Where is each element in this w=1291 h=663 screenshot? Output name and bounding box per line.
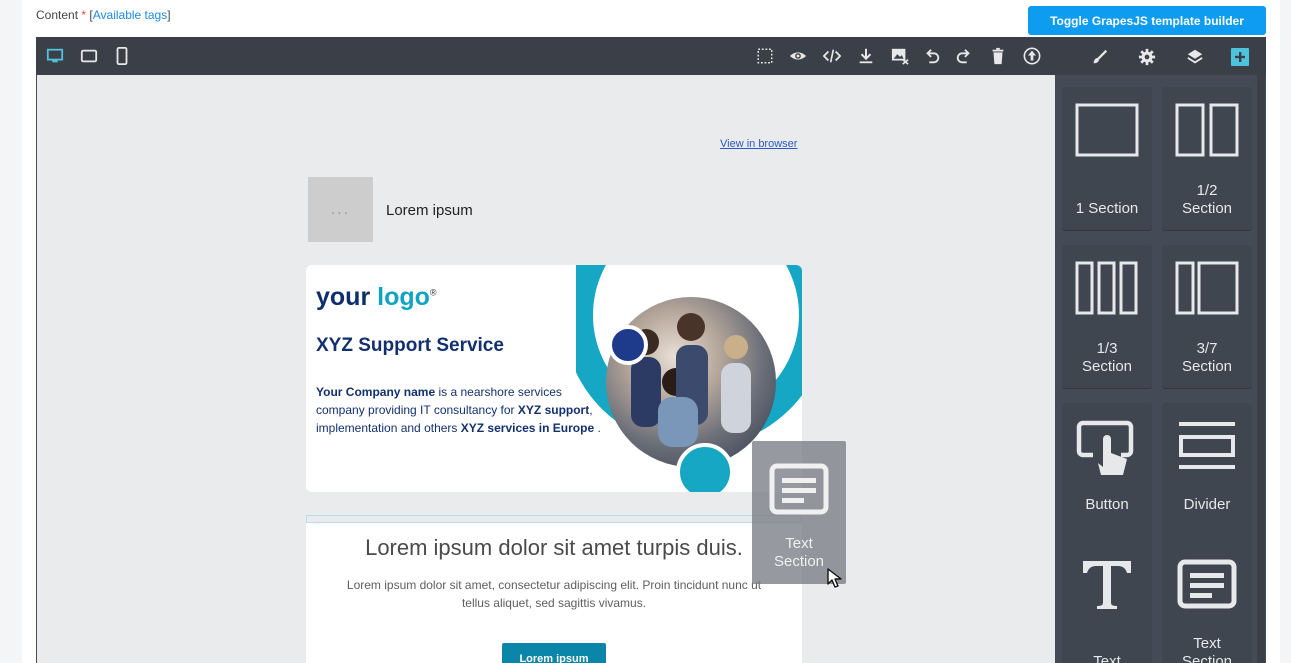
one-section-icon [1062, 103, 1152, 157]
mobile-icon[interactable] [112, 46, 132, 66]
block-label-line: Text [1093, 653, 1121, 663]
layers-icon[interactable] [1184, 46, 1206, 68]
toggle-template-builder-button[interactable]: Toggle GrapesJS template builder [1028, 6, 1266, 35]
hero-section[interactable]: your logo® XYZ Support Service Your Comp… [306, 265, 802, 492]
add-block-icon[interactable] [1229, 46, 1251, 68]
body-title[interactable]: Lorem ipsum dolor sit amet turpis duis. [306, 535, 802, 561]
content-field-label: Content * [Available tags] [36, 8, 171, 22]
block-text[interactable]: Text [1062, 541, 1152, 663]
company-name: Your Company name [316, 385, 436, 399]
tags-bracket-close: ] [167, 8, 171, 22]
hero-description[interactable]: Your Company name is a nearshore service… [316, 383, 604, 437]
download-icon[interactable] [856, 46, 876, 66]
dragged-label-line2: Section [773, 553, 825, 570]
block-label: 1/2 Section [1162, 182, 1252, 218]
divider-block-icon [1162, 419, 1252, 473]
block-label-line: Button [1085, 496, 1129, 513]
body-paragraph[interactable]: Lorem ipsum dolor sit amet, consectetur … [334, 576, 774, 612]
half-section-icon [1162, 103, 1252, 157]
mouse-cursor-icon [827, 568, 849, 595]
block-label: Button [1062, 496, 1152, 514]
button-block-icon [1062, 419, 1152, 479]
brush-icon[interactable] [1089, 46, 1111, 68]
eye-icon[interactable] [788, 46, 808, 66]
code-icon[interactable] [822, 46, 842, 66]
select-outline-icon[interactable] [755, 46, 775, 66]
xyz-support: XYZ support [517, 403, 590, 417]
block-third-section[interactable]: 1/3 Section [1062, 245, 1152, 388]
block-label-line: 1/3 [1096, 340, 1118, 357]
grapesjs-editor: View in browser ... Lorem ipsum your log… [36, 37, 1266, 663]
block-text-section[interactable]: Text Section [1162, 541, 1252, 663]
block-label-line: Text [1193, 635, 1221, 652]
xyz-services: XYZ services in Europe [460, 421, 595, 435]
content-label-text: Content [36, 8, 79, 22]
logo-registered-mark: ® [429, 287, 437, 298]
dragged-text-section-block[interactable]: Text Section [752, 441, 846, 584]
brand-logo: your logo® [316, 283, 437, 312]
upload-icon[interactable] [1022, 46, 1042, 66]
teal-dot [676, 443, 734, 492]
dragged-block-label: Text Section [752, 535, 846, 571]
logo-word-your: your [316, 283, 371, 311]
text-section-block-icon [1162, 557, 1252, 611]
block-label-line: Section [1181, 653, 1233, 663]
block-label-line: Section [1181, 200, 1233, 217]
third-section-icon [1062, 261, 1152, 315]
tablet-icon[interactable] [79, 46, 99, 66]
block-label-line: Section [1081, 358, 1133, 375]
text-section-icon [769, 463, 829, 520]
block-button[interactable]: Button [1062, 403, 1152, 546]
image-remove-icon[interactable] [890, 46, 910, 66]
three-seven-section-icon [1162, 261, 1252, 315]
block-label: 1 Section [1062, 200, 1152, 218]
text-section[interactable]: Lorem ipsum dolor sit amet turpis duis. … [306, 523, 802, 663]
hero-title[interactable]: XYZ Support Service [316, 335, 504, 357]
drop-placeholder-guide [306, 515, 802, 523]
block-label-line: Section [1181, 358, 1233, 375]
block-label: 1/3 Section [1062, 340, 1152, 376]
block-label-line: 1 Section [1075, 200, 1139, 217]
dragged-label-line1: Text [785, 535, 813, 552]
block-label-line: 3/7 [1196, 340, 1218, 357]
block-1-section[interactable]: 1 Section [1062, 87, 1152, 230]
block-label-line: Divider [1183, 496, 1231, 513]
block-label: 3/7 Section [1162, 340, 1252, 376]
cta-button[interactable]: Lorem ipsum [502, 643, 606, 663]
text-block-icon [1062, 557, 1152, 611]
required-mark: * [81, 8, 87, 22]
available-tags-link[interactable]: Available tags [93, 8, 168, 22]
redo-icon[interactable] [954, 46, 974, 66]
trash-icon[interactable] [988, 46, 1008, 66]
editor-toolbar [36, 37, 1266, 75]
team-photo [606, 297, 776, 467]
header-text[interactable]: Lorem ipsum [386, 202, 473, 219]
navy-dot [608, 325, 648, 365]
hero-text-3: . [594, 421, 601, 435]
email-canvas[interactable]: View in browser ... Lorem ipsum your log… [37, 75, 1055, 663]
block-label-line: 1/2 [1196, 182, 1218, 199]
block-three-seven-section[interactable]: 3/7 Section [1162, 245, 1252, 388]
block-label: Text [1062, 653, 1152, 663]
blocks-panel-scrollbar[interactable] [1257, 75, 1265, 663]
block-label: Text Section [1162, 635, 1252, 663]
logo-word-logo: logo [377, 283, 430, 311]
block-half-section[interactable]: 1/2 Section [1162, 87, 1252, 230]
undo-icon[interactable] [922, 46, 942, 66]
blocks-panel: 1 Section 1/2 Section 1/3 Section 3/7 Secti… [1057, 75, 1266, 663]
gear-icon[interactable] [1136, 46, 1158, 68]
block-divider[interactable]: Divider [1162, 403, 1252, 546]
desktop-icon[interactable] [45, 46, 65, 66]
view-in-browser-link[interactable]: View in browser [720, 138, 797, 150]
block-label: Divider [1162, 496, 1252, 514]
image-placeholder[interactable]: ... [308, 177, 373, 242]
